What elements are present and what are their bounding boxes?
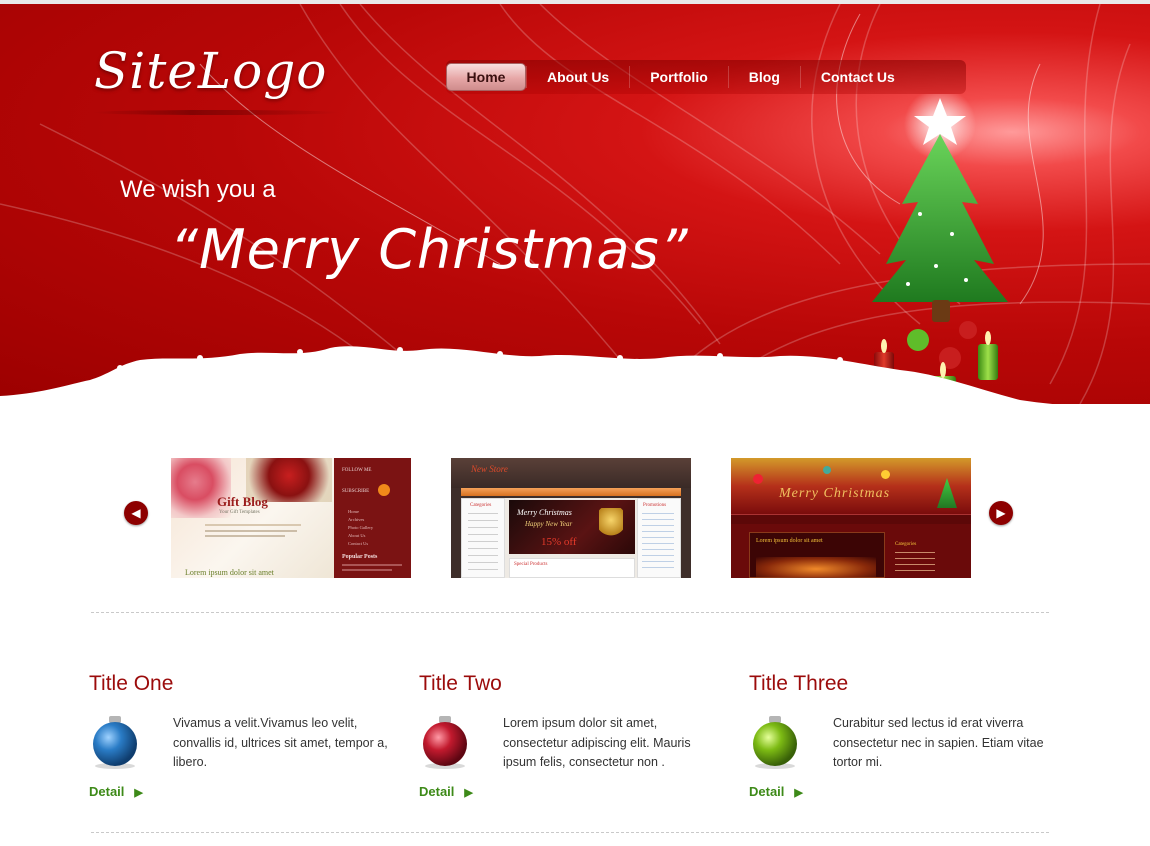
detail-label: Detail: [89, 784, 125, 799]
feature-column-one: Title One Vivamus a velit.Vivamus leo ve…: [89, 670, 389, 810]
detail-link[interactable]: Detail ▶: [89, 784, 143, 799]
portfolio-thumb-merry-christmas[interactable]: Merry Christmas Lorem ipsum dolor sit am…: [731, 458, 971, 578]
hero-banner: SiteLogo Home About Us Portfolio Blog Co…: [0, 4, 1150, 404]
detail-label: Detail: [749, 784, 785, 799]
section-divider: [91, 612, 1049, 613]
nav-contact-us[interactable]: Contact Us: [801, 63, 915, 91]
hero-greeting: We wish you a: [120, 176, 276, 203]
chevron-left-icon: ◀: [131, 506, 141, 520]
thumb2-category-list: [468, 513, 498, 575]
detail-label: Detail: [419, 784, 455, 799]
green-ornament-icon: [753, 716, 797, 769]
thumb3-post: Lorem ipsum dolor sit amet: [749, 532, 885, 578]
column-title: Title Three: [749, 672, 849, 695]
thumb2-store: New Store: [471, 464, 508, 474]
thumb2-left-column: Categories: [461, 498, 505, 578]
thumb1-line: [205, 535, 285, 537]
feature-column-two: Title Two Lorem ipsum dolor sit amet, co…: [419, 670, 719, 810]
column-text: Lorem ipsum dolor sit amet, consectetur …: [503, 716, 691, 769]
thumb2-special-box: Special Products: [509, 558, 635, 578]
thumb1-popular: Popular Posts: [342, 554, 378, 560]
fireplace-image: [756, 557, 876, 577]
thumb3-title: Merry Christmas: [779, 486, 891, 501]
thumb3-nav: [731, 514, 971, 524]
portfolio-thumb-gift-blog[interactable]: Gift Blog Your Gift Templates Lorem ipsu…: [171, 458, 411, 578]
arrow-right-icon: ▶: [794, 787, 803, 799]
thumb1-sidebar-line: [342, 569, 392, 571]
thumb1-subtitle: Your Gift Templates: [219, 510, 260, 515]
page: SiteLogo Home About Us Portfolio Blog Co…: [0, 0, 1150, 846]
thumb2-banner-line1: Merry Christmas: [517, 508, 572, 517]
nav-about-us[interactable]: About Us: [527, 63, 629, 91]
blue-ornament-icon: [93, 716, 137, 769]
thumb1-title: Gift Blog: [217, 494, 268, 509]
slider-prev-button[interactable]: ◀: [124, 501, 148, 525]
thumb1-menu-item: Contact Us: [348, 541, 369, 546]
thumb1-menu-item: About Us: [348, 533, 366, 538]
column-text: Vivamus a velit.Vivamus leo velit, conva…: [173, 716, 388, 769]
thumb1-menu-item: Archives: [348, 517, 365, 522]
ornament-icon: [753, 474, 763, 484]
thumb2-promotions: Promotions: [643, 503, 667, 508]
detail-link[interactable]: Detail ▶: [749, 784, 803, 799]
thumb1-line: [205, 530, 297, 532]
thumb2-categories: Categories: [470, 503, 492, 508]
thumb1-sidebar-line: [342, 564, 402, 566]
thumb2-special: Special Products: [514, 562, 548, 567]
thumb2-promo-list: [642, 513, 674, 573]
nav-portfolio[interactable]: Portfolio: [630, 63, 728, 91]
bell-icon: [599, 508, 623, 538]
slider-next-button[interactable]: ▶: [989, 501, 1013, 525]
chevron-right-icon: ▶: [996, 506, 1006, 520]
thumb1-rule: [205, 524, 301, 526]
thumb3-categories: Categories: [895, 542, 917, 547]
snow-border: [0, 346, 1053, 404]
detail-link[interactable]: Detail ▶: [419, 784, 473, 799]
nav-home[interactable]: Home: [446, 63, 526, 91]
ornament-icon: [823, 466, 831, 474]
thumb2-banner: Merry Christmas Happy New Year 15% off: [509, 500, 635, 554]
thumb3-sidebar: Categories: [891, 532, 961, 578]
thumb3-post-title: Lorem ipsum dolor sit amet: [756, 538, 823, 544]
thumb1-subscribe: SUBSCRIBE: [342, 489, 370, 494]
thumb2-menu-bar: [461, 488, 681, 496]
thumb3-category-list: [895, 552, 935, 576]
rss-icon: [378, 484, 390, 496]
nav-blog[interactable]: Blog: [729, 63, 800, 91]
red-ornament-icon: [423, 716, 467, 769]
main-nav: Home About Us Portfolio Blog Contact Us: [446, 60, 966, 94]
thumb1-caption: Lorem ipsum dolor sit amet: [185, 568, 274, 577]
logo-underline: [92, 110, 340, 115]
site-logo[interactable]: SiteLogo: [94, 42, 327, 100]
section-divider: [91, 832, 1049, 833]
ornament-icon: [881, 470, 890, 479]
thumb2-banner-line2: Happy New Year: [525, 520, 573, 528]
column-title: Title Two: [419, 672, 502, 695]
thumb2-right-column: Promotions: [637, 498, 681, 578]
thumb1-sidebar: FOLLOW ME SUBSCRIBE Home Archives Photo …: [334, 458, 411, 578]
arrow-right-icon: ▶: [134, 787, 143, 799]
arrow-right-icon: ▶: [464, 787, 473, 799]
thumb1-menu-item: Home: [348, 509, 359, 514]
thumb1-menu: Home Archives Photo Gallery About Us Con…: [348, 508, 373, 548]
thumb1-follow: FOLLOW ME: [342, 468, 372, 473]
feature-column-three: Title Three Curabitur sed lectus id erat…: [749, 670, 1049, 810]
column-text: Curabitur sed lectus id erat viverra con…: [833, 716, 1044, 769]
thumb1-menu-item: Photo Gallery: [348, 525, 374, 530]
column-title: Title One: [89, 672, 174, 695]
hero-title: “Merry Christmas”: [170, 218, 689, 281]
portfolio-thumb-new-store[interactable]: New Store Categories Merry Christmas Hap…: [451, 458, 691, 578]
thumb2-discount: 15% off: [541, 536, 577, 548]
